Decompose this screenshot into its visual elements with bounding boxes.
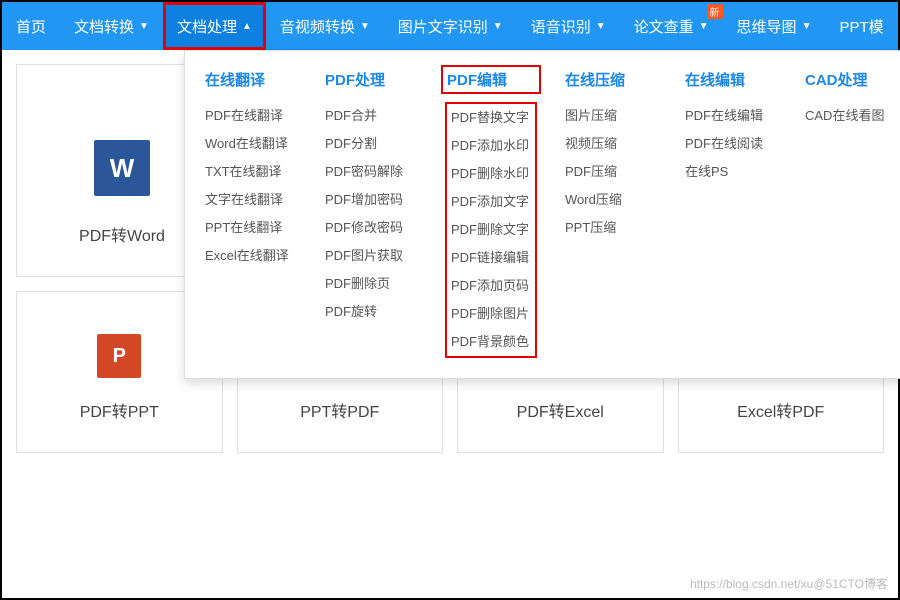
badge-new: 新 <box>707 4 723 19</box>
mega-col-list: CAD在线看图 <box>805 102 897 130</box>
tool-label: PPT转PDF <box>238 398 443 422</box>
nav-label: 语音识别 <box>531 16 591 37</box>
chevron-up-icon: ▲ <box>242 21 252 32</box>
mega-item[interactable]: PDF删除水印 <box>451 160 531 188</box>
chevron-down-icon: ▼ <box>802 21 812 32</box>
nav-label: 文档转换 <box>74 16 134 37</box>
mega-item[interactable]: PDF删除图片 <box>451 300 531 328</box>
tool-icon: W <box>94 140 150 196</box>
mega-item[interactable]: 在线PS <box>685 158 777 186</box>
mega-item[interactable]: 文字在线翻译 <box>205 186 297 214</box>
mega-item[interactable]: PDF添加页码 <box>451 272 531 300</box>
mega-item[interactable]: Word压缩 <box>565 186 657 214</box>
nav-item-6[interactable]: 论文查重 ▼ 新 <box>620 2 723 50</box>
watermark-text: https://blog.csdn.net/xu@51CTO博客 <box>690 575 888 592</box>
nav-item-5[interactable]: 语音识别 ▼ <box>517 2 620 50</box>
mega-col-5: CAD处理 CAD在线看图 <box>805 69 897 358</box>
chevron-down-icon: ▼ <box>596 21 606 32</box>
mega-item[interactable]: Excel在线翻译 <box>205 242 297 270</box>
mega-item[interactable]: PDF图片获取 <box>325 242 417 270</box>
mega-item[interactable]: PDF增加密码 <box>325 186 417 214</box>
mega-item[interactable]: PDF旋转 <box>325 298 417 326</box>
mega-col-header[interactable]: 在线编辑 <box>685 69 777 90</box>
mega-item[interactable]: PDF背景颜色 <box>451 328 531 356</box>
mega-col-header[interactable]: 在线压缩 <box>565 69 657 90</box>
nav-label: 思维导图 <box>737 16 797 37</box>
mega-menu: 在线翻译 PDF在线翻译Word在线翻译TXT在线翻译文字在线翻译PPT在线翻译E… <box>184 50 900 379</box>
nav-item-1[interactable]: 文档转换 ▼ <box>60 2 163 50</box>
mega-item[interactable]: PDF密码解除 <box>325 158 417 186</box>
mega-item[interactable]: PPT压缩 <box>565 214 657 242</box>
mega-item[interactable]: PDF压缩 <box>565 158 657 186</box>
tool-label: PDF转PPT <box>17 398 222 422</box>
mega-item[interactable]: TXT在线翻译 <box>205 158 297 186</box>
mega-item[interactable]: PDF删除页 <box>325 270 417 298</box>
mega-col-list: PDF替换文字PDF添加水印PDF删除水印PDF添加文字PDF删除文字PDF链接… <box>445 102 537 358</box>
mega-item[interactable]: CAD在线看图 <box>805 102 897 130</box>
mega-item[interactable]: PDF修改密码 <box>325 214 417 242</box>
nav-label: 论文查重 <box>634 16 694 37</box>
nav-item-4[interactable]: 图片文字识别 ▼ <box>384 2 517 50</box>
chevron-down-icon: ▼ <box>360 21 370 32</box>
mega-item[interactable]: PDF删除文字 <box>451 216 531 244</box>
mega-col-header[interactable]: PDF编辑 <box>445 69 537 90</box>
nav-label: 音视频转换 <box>280 16 355 37</box>
nav-label: 图片文字识别 <box>398 16 488 37</box>
nav-item-2[interactable]: 文档处理 ▲ <box>163 2 266 50</box>
mega-col-list: PDF在线编辑PDF在线阅读在线PS <box>685 102 777 186</box>
mega-col-3: 在线压缩图片压缩视频压缩PDF压缩Word压缩PPT压缩 <box>565 69 657 358</box>
mega-item[interactable]: 视频压缩 <box>565 130 657 158</box>
chevron-down-icon: ▼ <box>699 21 709 32</box>
tool-label: PDF转Excel <box>458 398 663 422</box>
tool-label: Excel转PDF <box>679 398 884 422</box>
mega-col-header[interactable]: CAD处理 <box>805 69 897 90</box>
nav-item-8[interactable]: PPT模 <box>825 2 897 50</box>
mega-item[interactable]: PDF在线翻译 <box>205 102 297 130</box>
mega-col-4: 在线编辑 PDF在线编辑PDF在线阅读在线PS <box>685 69 777 358</box>
tool-icon: P <box>97 334 141 378</box>
mega-item[interactable]: PDF替换文字 <box>451 104 531 132</box>
nav-item-0[interactable]: 首页 <box>2 2 60 50</box>
chevron-down-icon: ▼ <box>139 21 149 32</box>
mega-item[interactable]: Word在线翻译 <box>205 130 297 158</box>
mega-item[interactable]: PDF在线阅读 <box>685 130 777 158</box>
mega-item[interactable]: PDF添加水印 <box>451 132 531 160</box>
chevron-down-icon: ▼ <box>493 21 503 32</box>
mega-item[interactable]: PDF链接编辑 <box>451 244 531 272</box>
mega-col-list: PDF合并PDF分割PDF密码解除PDF增加密码PDF修改密码PDF图片获取PD… <box>325 102 417 326</box>
nav-label: PPT模 <box>839 16 883 37</box>
mega-col-2: PDF编辑 PDF替换文字PDF添加水印PDF删除水印PDF添加文字PDF删除文字… <box>445 69 537 358</box>
mega-item[interactable]: 图片压缩 <box>565 102 657 130</box>
mega-item[interactable]: PDF在线编辑 <box>685 102 777 130</box>
mega-item[interactable]: PPT在线翻译 <box>205 214 297 242</box>
mega-item[interactable]: PDF分割 <box>325 130 417 158</box>
nav-item-7[interactable]: 思维导图 ▼ <box>723 2 826 50</box>
mega-item[interactable]: PDF添加文字 <box>451 188 531 216</box>
mega-col-list: PDF在线翻译Word在线翻译TXT在线翻译文字在线翻译PPT在线翻译Excel… <box>205 102 297 270</box>
nav-label: 文档处理 <box>177 16 237 37</box>
mega-col-1: PDF处理 PDF合并PDF分割PDF密码解除PDF增加密码PDF修改密码PDF图… <box>325 69 417 358</box>
nav-label: 首页 <box>16 16 46 37</box>
mega-item[interactable]: PDF合并 <box>325 102 417 130</box>
top-nav: 首页 文档转换 ▼ 文档处理 ▲ 音视频转换 ▼ 图片文字识别 ▼ 语音识别 ▼ 论文查重 ▼ 新思维导图… <box>2 2 898 50</box>
mega-col-0: 在线翻译 PDF在线翻译Word在线翻译TXT在线翻译文字在线翻译PPT在线翻译E… <box>205 69 297 358</box>
mega-col-list: 图片压缩视频压缩PDF压缩Word压缩PPT压缩 <box>565 102 657 242</box>
nav-item-3[interactable]: 音视频转换 ▼ <box>266 2 384 50</box>
mega-col-header[interactable]: 在线翻译 <box>205 69 297 90</box>
mega-col-header[interactable]: PDF处理 <box>325 69 417 90</box>
